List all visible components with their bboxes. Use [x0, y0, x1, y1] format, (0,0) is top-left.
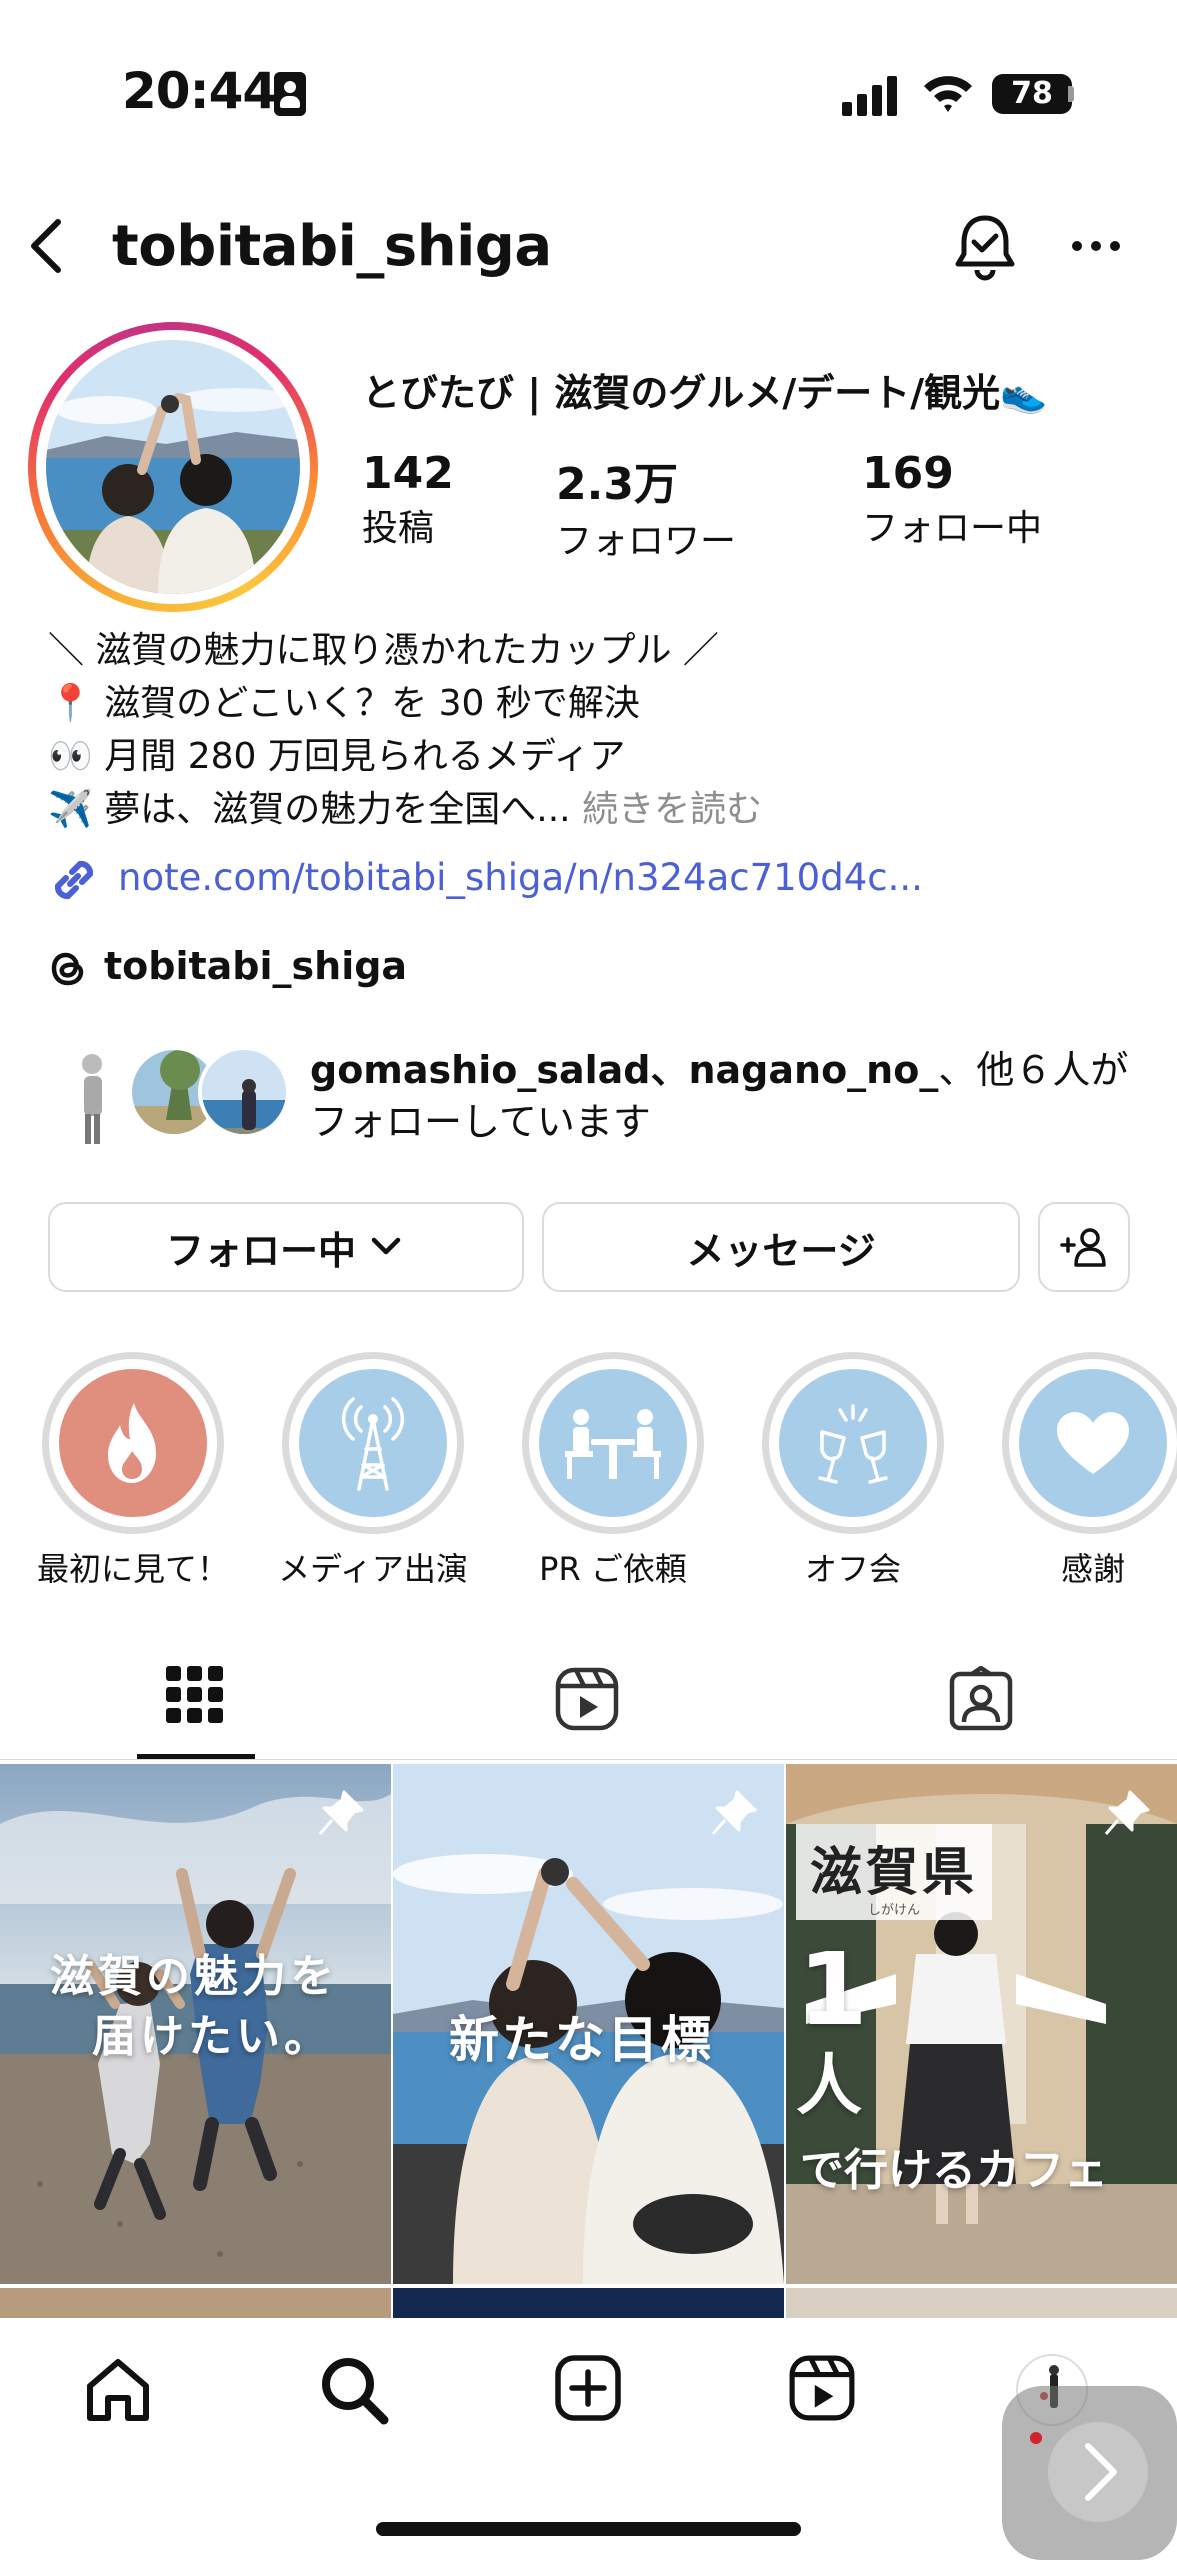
bio: ＼ 滋賀の魅力に取り憑かれたカップル ／ 📍 滋賀のどこいく？を 30 秒で解決… [48, 624, 762, 836]
bio-line: ＼ 滋賀の魅力に取り憑かれたカップル ／ [48, 630, 719, 671]
mutual-names: gomashio_salad、nagano_no_ [310, 1048, 939, 1092]
post-tile[interactable]: 滋賀県 しがけん 1 人 で行けるカフェ [786, 1764, 1177, 2284]
following-button[interactable]: フォロー中 [48, 1202, 524, 1292]
highlight-label: 最初に見て！ [36, 1550, 229, 1588]
highlight-cover [539, 1369, 687, 1517]
following-label: フォロー中 [862, 508, 1043, 549]
pin-icon [1104, 1790, 1150, 1835]
pin-icon [711, 1790, 757, 1835]
highlight-cover [299, 1369, 447, 1517]
more-options-icon[interactable] [1070, 238, 1122, 254]
notification-bell-icon[interactable] [952, 212, 1018, 282]
bio-line-text: ✈️ 夢は、滋賀の魅力を全国へ... [48, 789, 571, 830]
threads-handle[interactable]: tobitabi_shiga [104, 944, 407, 988]
flame-icon [108, 1403, 156, 1483]
bio-line: 👀 月間 280 万回見られるメディア [48, 736, 626, 777]
follower-avatar-1 [70, 1048, 118, 1148]
threads-icon [51, 952, 84, 986]
post-badge: 滋賀県 しがけん [796, 1824, 993, 1920]
reels-icon[interactable] [554, 1666, 620, 1732]
highlight-label: メディア出演 [278, 1550, 468, 1588]
post-big-char: 人 [796, 2047, 862, 2124]
suggested-users-button[interactable] [1038, 1202, 1130, 1292]
read-more-link[interactable]: 続きを読む [582, 789, 762, 830]
following-button-label: フォロー中 [165, 1228, 356, 1273]
profile-username: tobitabi_shiga [112, 214, 552, 279]
followers-count: 2.3万 [556, 459, 678, 510]
chevron-down-icon [371, 1237, 401, 1255]
mutual-line2: フォローしています [310, 1100, 651, 1144]
message-button[interactable]: メッセージ [542, 1202, 1020, 1292]
assistive-touch-button[interactable] [1002, 2386, 1177, 2560]
toast-icon [818, 1404, 888, 1484]
add-user-icon [1060, 1228, 1106, 1267]
create-post-icon[interactable] [554, 2354, 622, 2422]
grid-icon[interactable] [166, 1666, 224, 1724]
post-tile[interactable]: 新たな目標 [393, 1764, 784, 2284]
following-stat[interactable]: 169 フォロー中 [862, 448, 1042, 551]
reels-nav-icon[interactable] [788, 2354, 856, 2422]
meeting-icon [565, 1409, 661, 1479]
chevron-right-icon [1030, 2422, 1148, 2522]
posts-stat[interactable]: 142 投稿 [362, 448, 454, 551]
highlight-first-look[interactable] [42, 1352, 224, 1534]
signal-icon [842, 76, 897, 116]
post-caption-line: 届けたい。 [92, 2011, 332, 2062]
tagged-icon[interactable] [948, 1666, 1014, 1732]
highlight-thanks[interactable] [1002, 1352, 1177, 1534]
display-name: とびたび | 滋賀のグルメ/デート/観光👟 [362, 371, 1048, 415]
highlight-cover [59, 1369, 207, 1517]
highlight-label: PR ご依頼 [539, 1550, 687, 1588]
posts-label: 投稿 [362, 508, 435, 549]
antenna-icon [341, 1397, 405, 1491]
post-tile[interactable]: 滋賀の魅力を 届けたい。 [0, 1764, 391, 2284]
bio-line: ✈️ 夢は、滋賀の魅力を全国へ... 続きを読む [48, 783, 762, 836]
posts-count: 142 [362, 448, 454, 499]
highlight-offkai[interactable] [762, 1352, 944, 1534]
post-caption-line: 滋賀の魅力を [50, 1951, 338, 2002]
battery-nub [1068, 86, 1074, 102]
link-icon [54, 860, 94, 900]
back-arrow-icon[interactable] [24, 216, 68, 276]
post-tile-partial[interactable] [786, 2288, 1177, 2318]
bio-line: 📍 滋賀のどこいく？を 30 秒で解決 [48, 683, 640, 724]
wifi-icon [924, 76, 972, 112]
home-indicator [376, 2522, 801, 2536]
pin-icon [318, 1790, 364, 1835]
highlight-cover [779, 1369, 927, 1517]
post-caption-line: で行けるカフェ [800, 2145, 1108, 2196]
highlight-label: 感謝 [1060, 1550, 1125, 1588]
mutual-rest: 、他６人が [938, 1048, 1129, 1092]
post-big-number: 1 [798, 1931, 868, 2048]
follower-avatar-3 [198, 1046, 290, 1138]
highlight-pr[interactable] [522, 1352, 704, 1534]
following-count: 169 [862, 448, 954, 499]
post-tile-partial[interactable] [0, 2288, 391, 2318]
highlight-cover [1019, 1369, 1167, 1517]
search-icon[interactable] [318, 2354, 390, 2426]
battery-indicator: 78 [992, 74, 1072, 114]
message-button-label: メッセージ [686, 1228, 876, 1273]
status-time: 20:44 [122, 62, 277, 120]
highlight-label: オフ会 [804, 1550, 901, 1588]
home-icon[interactable] [82, 2354, 154, 2426]
post-badge-title: 滋賀県 [810, 1843, 979, 1903]
focus-badge-icon [274, 72, 306, 116]
highlight-media[interactable] [282, 1352, 464, 1534]
post-caption-line: 新たな目標 [449, 2011, 714, 2069]
avatar[interactable] [46, 340, 300, 594]
heart-icon [1057, 1412, 1129, 1474]
profile-link[interactable]: note.com/tobitabi_shiga/n/n324ac710d4c..… [118, 856, 923, 899]
followers-label: フォロワー [556, 521, 737, 562]
post-tile-partial[interactable] [393, 2288, 784, 2318]
tab-divider [0, 1759, 1177, 1760]
followers-stat[interactable]: 2.3万 フォロワー [556, 448, 736, 564]
mutual-followers-text[interactable]: gomashio_salad、nagano_no_、他６人が フォローしています [310, 1044, 1128, 1148]
